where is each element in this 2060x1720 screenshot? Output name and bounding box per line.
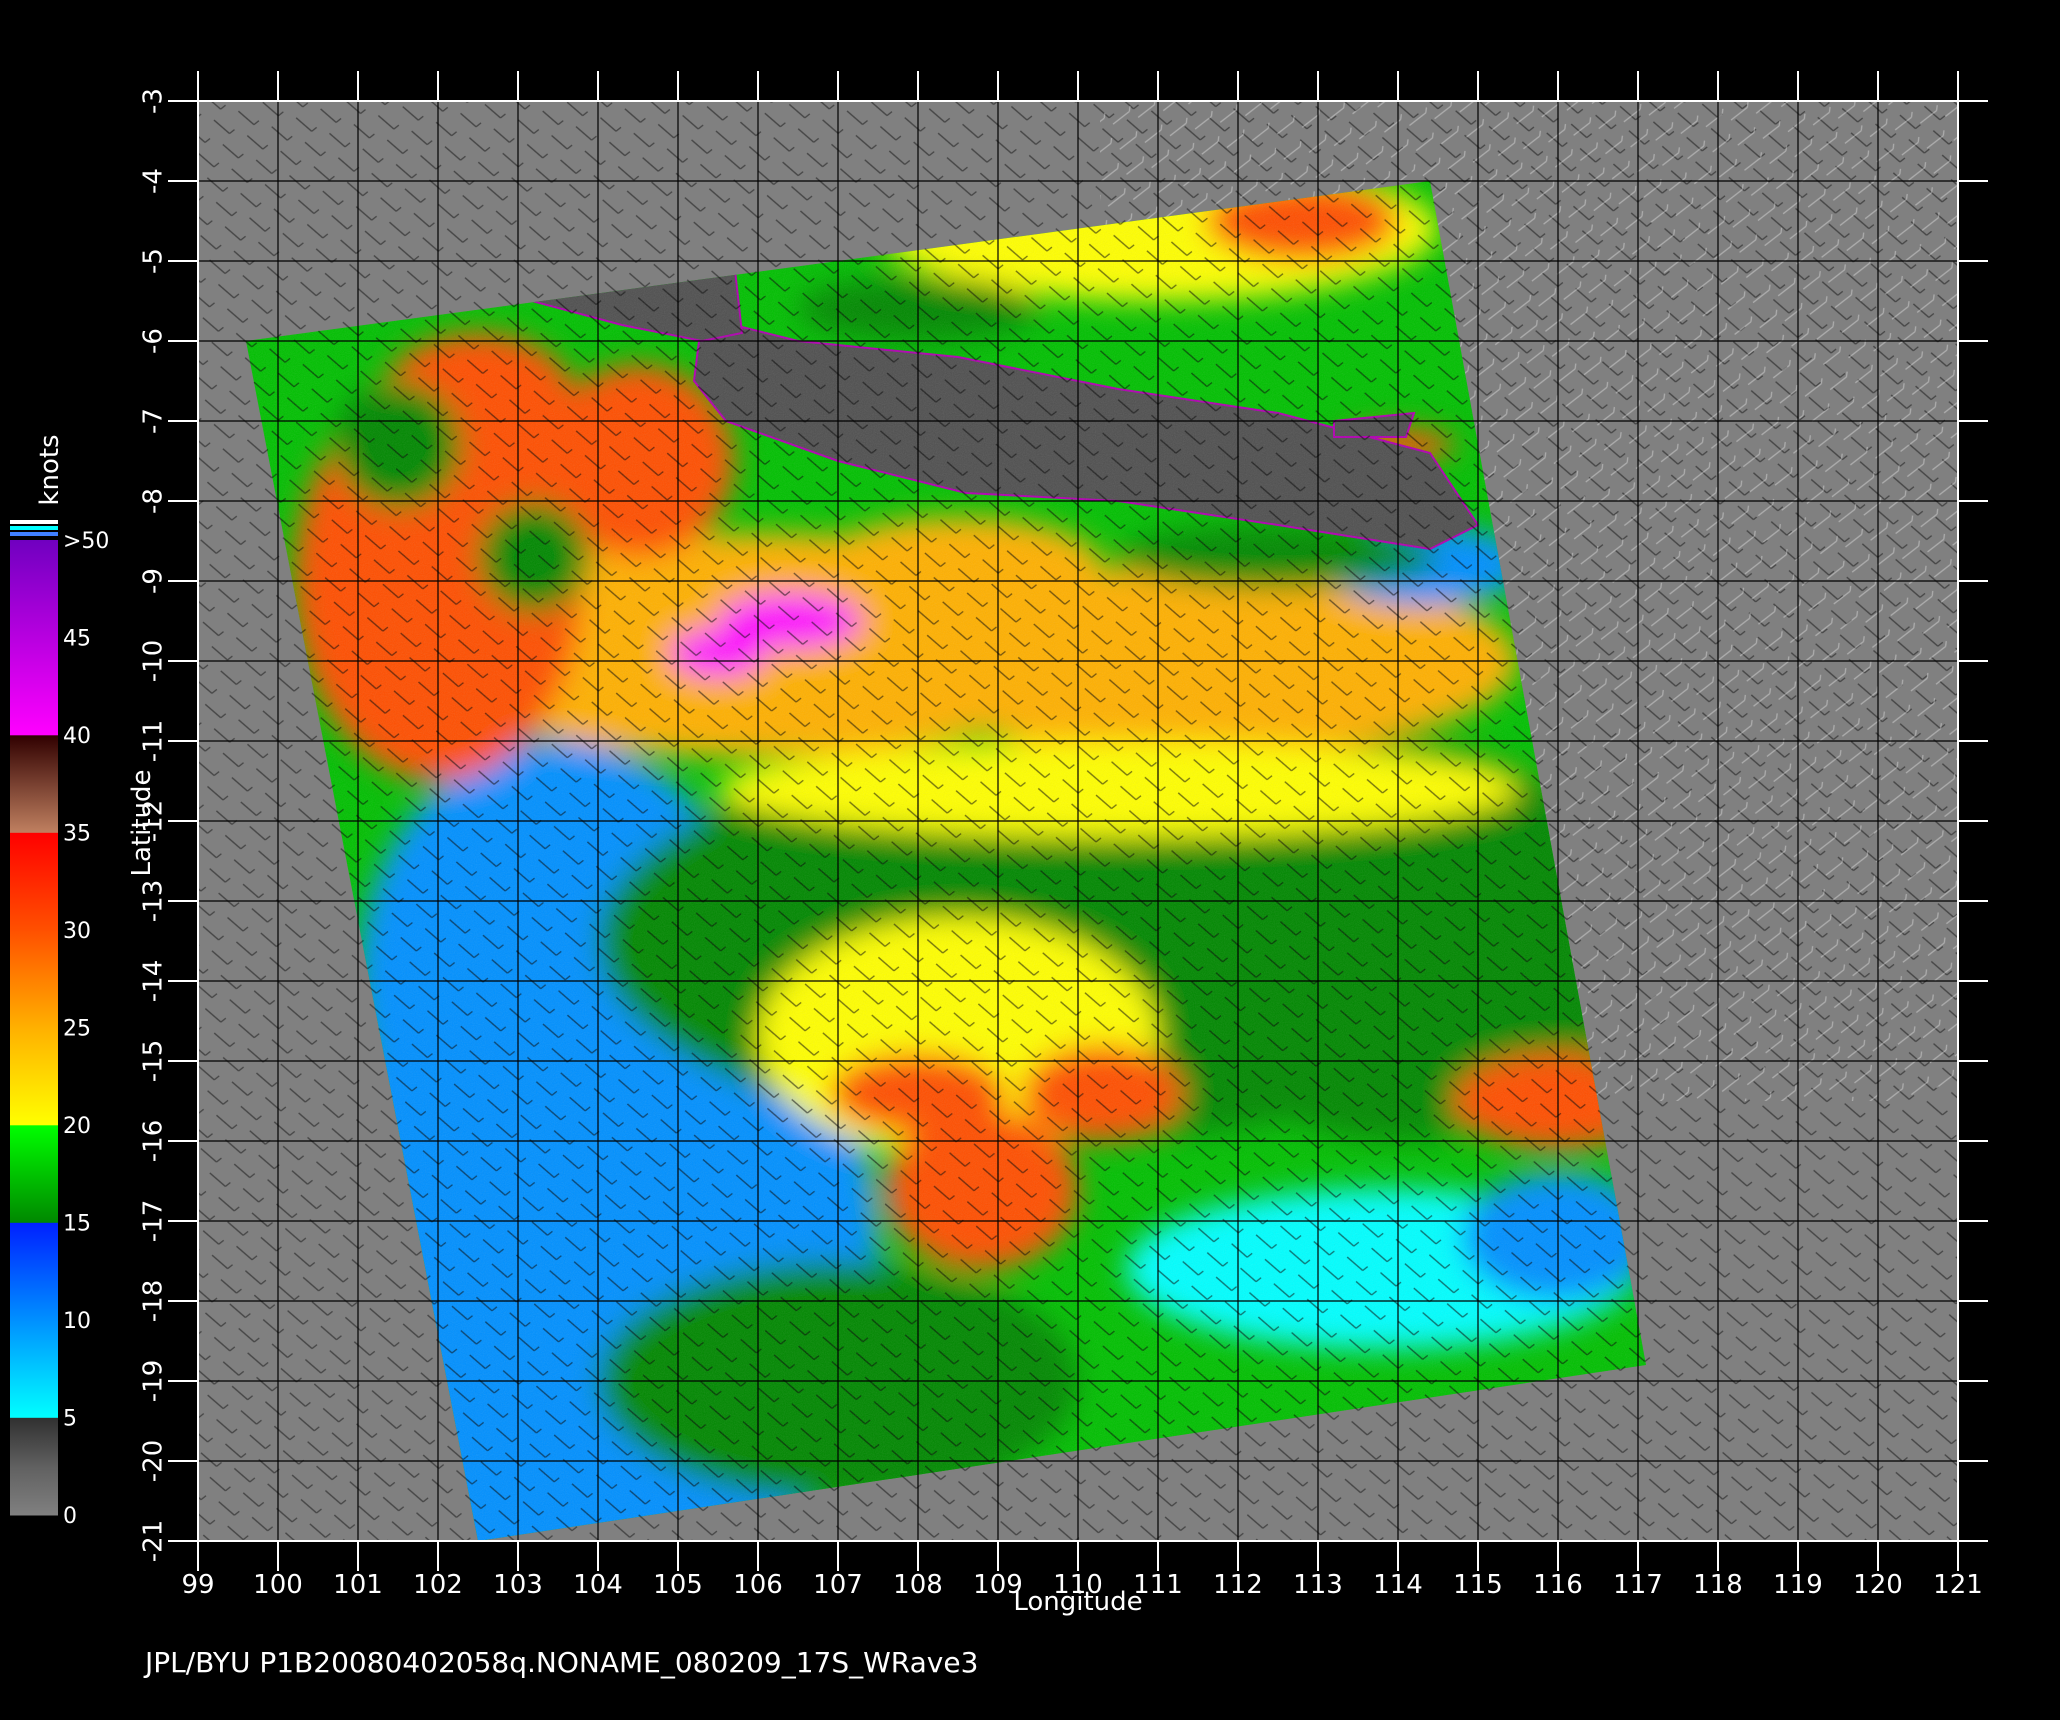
colorbar-segment <box>10 832 58 931</box>
x-tick-label: 108 <box>893 1570 943 1600</box>
x-tick-label: 103 <box>493 1570 543 1600</box>
y-tick-label: -11 <box>139 720 169 762</box>
y-tick-label: -5 <box>139 248 169 274</box>
x-tick-label: 118 <box>1693 1570 1743 1600</box>
colorbar-label: 10 <box>63 1309 91 1334</box>
x-tick-label: 101 <box>333 1570 383 1600</box>
colorbar-label: 25 <box>63 1017 91 1042</box>
colorbar-segment <box>10 540 58 736</box>
y-tick-label: -18 <box>139 1280 169 1322</box>
y-tick-label: -13 <box>139 880 169 922</box>
colorbar-top-stripe <box>10 532 58 536</box>
colorbar-label: 0 <box>63 1504 77 1529</box>
x-tick-label: 117 <box>1613 1570 1663 1600</box>
y-axis-title: Latitude <box>127 769 157 876</box>
x-tick-label: 114 <box>1373 1570 1423 1600</box>
footer-caption: JPL/BYU P1B20080402058q.NONAME_080209_17… <box>143 1646 978 1679</box>
x-tick-label: 105 <box>653 1570 703 1600</box>
colorbar-legend: knots >50 45 40 35 30 25 20 15 10 5 0 <box>10 434 109 1529</box>
colorbar-label: 5 <box>63 1407 77 1432</box>
y-tick-label: -3 <box>139 88 169 114</box>
colorbar-label: >50 <box>63 529 109 554</box>
y-tick-label: -8 <box>139 488 169 514</box>
y-tick-label: -9 <box>139 568 169 594</box>
y-tick-label: -10 <box>139 640 169 682</box>
y-tick-label: -16 <box>139 1120 169 1162</box>
colorbar-segment <box>10 1417 58 1467</box>
colorbar-label: 35 <box>63 822 91 847</box>
y-tick-label: -7 <box>139 408 169 434</box>
x-tick-label: 116 <box>1533 1570 1583 1600</box>
x-tick-label: 119 <box>1773 1570 1823 1600</box>
x-tick-label: 115 <box>1453 1570 1503 1600</box>
colorbar-label: 15 <box>63 1212 91 1237</box>
x-tick-label: 120 <box>1853 1570 1903 1600</box>
x-axis-title: Longitude <box>1013 1587 1142 1617</box>
x-tick-label: 107 <box>813 1570 863 1600</box>
y-tick-label: -20 <box>139 1440 169 1482</box>
y-tick-label: -19 <box>139 1360 169 1402</box>
wind-speed-map: 99 100 101 102 103 104 105 106 107 108 109 110 111 11… <box>10 71 1988 1679</box>
colorbar-segment <box>10 930 58 1028</box>
x-tick-label: 121 <box>1933 1570 1983 1600</box>
y-tick-label: -6 <box>139 328 169 354</box>
y-tick-label: -14 <box>139 960 169 1002</box>
x-tick-label: 113 <box>1293 1570 1343 1600</box>
y-tick-label: -15 <box>139 1040 169 1082</box>
colorbar-segment <box>10 735 58 833</box>
colorbar-segment <box>10 1027 58 1126</box>
x-tick-label: 106 <box>733 1570 783 1600</box>
colorbar-label: 45 <box>63 627 91 652</box>
colorbar-top-stripe <box>10 526 58 530</box>
x-tick-label: 100 <box>253 1570 303 1600</box>
x-tick-label: 104 <box>573 1570 623 1600</box>
colorbar-label: 40 <box>63 724 91 749</box>
x-tick-label: 112 <box>1213 1570 1263 1600</box>
colorbar-title: knots <box>35 434 65 505</box>
colorbar-segment <box>10 1125 58 1223</box>
colorbar-top-stripe <box>10 520 58 524</box>
y-tick-label: -21 <box>139 1520 169 1562</box>
colorbar-label: 20 <box>63 1114 91 1139</box>
colorbar-segment <box>10 1222 58 1321</box>
x-tick-label: 99 <box>181 1570 214 1600</box>
y-tick-label: -17 <box>139 1200 169 1242</box>
y-tick-label: -4 <box>139 168 169 194</box>
colorbar-segment <box>10 1320 58 1418</box>
colorbar-label: 30 <box>63 919 91 944</box>
colorbar-segment <box>10 1466 58 1516</box>
x-tick-label: 102 <box>413 1570 463 1600</box>
